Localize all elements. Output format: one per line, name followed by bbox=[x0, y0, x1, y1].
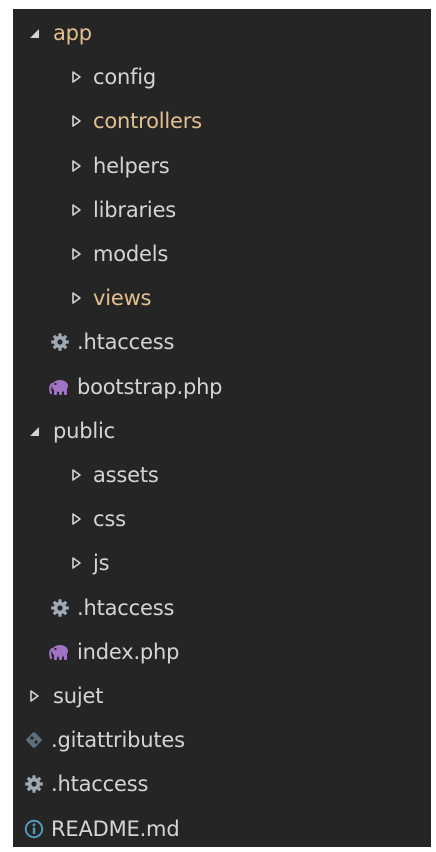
tree-item-label: bootstrap.php bbox=[77, 374, 223, 399]
chevron-right-icon[interactable] bbox=[65, 199, 87, 221]
tree-item-label: controllers bbox=[93, 109, 202, 134]
gear-icon bbox=[49, 331, 71, 353]
tree-item-public[interactable]: public bbox=[13, 409, 436, 453]
git-icon bbox=[23, 729, 45, 751]
tree-item-label: app bbox=[53, 21, 92, 45]
tree-item-sujet[interactable]: sujet bbox=[13, 674, 436, 718]
chevron-right-icon[interactable] bbox=[65, 287, 87, 309]
tree-item-label: .htaccess bbox=[77, 595, 175, 620]
chevron-right-icon[interactable] bbox=[65, 66, 87, 88]
chevron-right-icon[interactable] bbox=[65, 155, 87, 177]
gear-icon bbox=[23, 773, 45, 795]
tree-item-config[interactable]: config bbox=[13, 55, 436, 99]
tree-item-label: .htaccess bbox=[77, 330, 175, 355]
tree-item-label: .htaccess bbox=[51, 772, 149, 797]
tree-item-views[interactable]: views bbox=[13, 276, 436, 320]
chevron-right-icon[interactable] bbox=[65, 110, 87, 132]
tree-item-dot-htaccess[interactable]: .htaccess bbox=[13, 320, 436, 364]
tree-item-assets[interactable]: assets bbox=[13, 453, 436, 497]
tree-item-libraries[interactable]: libraries bbox=[13, 188, 436, 232]
tree-item-helpers[interactable]: helpers bbox=[13, 144, 436, 188]
tree-item-label: .gitattributes bbox=[51, 728, 185, 753]
tree-item-dot-htaccess[interactable]: .htaccess bbox=[13, 762, 436, 806]
php-elephant-icon bbox=[49, 376, 71, 398]
chevron-right-icon[interactable] bbox=[65, 464, 87, 486]
file-explorer-panel: app config controllers helpers libraries mode… bbox=[13, 9, 431, 847]
tree-item-label: index.php bbox=[77, 639, 180, 664]
tree-item-label: js bbox=[93, 551, 110, 576]
tree-item-label: helpers bbox=[93, 153, 170, 178]
tree-item-dot-gitattributes[interactable]: .gitattributes bbox=[13, 718, 436, 762]
tree-item-label: config bbox=[93, 65, 157, 90]
info-icon bbox=[23, 818, 45, 840]
tree-item-index-php[interactable]: index.php bbox=[13, 630, 436, 674]
tree-item-readme-md[interactable]: README.md bbox=[13, 807, 436, 851]
chevron-right-icon[interactable] bbox=[65, 243, 87, 265]
tree-item-label: sujet bbox=[53, 684, 104, 708]
tree-item-label: public bbox=[53, 418, 115, 443]
tree-item-label: css bbox=[93, 507, 126, 532]
tree-item-label: models bbox=[93, 242, 169, 266]
tree-item-models[interactable]: models bbox=[13, 232, 436, 276]
tree-item-label: assets bbox=[93, 463, 159, 487]
chevron-right-icon[interactable] bbox=[65, 508, 87, 530]
tree-item-controllers[interactable]: controllers bbox=[13, 99, 436, 143]
php-elephant-icon bbox=[49, 641, 71, 663]
tree-item-dot-htaccess[interactable]: .htaccess bbox=[13, 586, 436, 630]
tree-item-js[interactable]: js bbox=[13, 541, 436, 585]
chevron-right-icon[interactable] bbox=[23, 685, 45, 707]
chevron-down-icon[interactable] bbox=[23, 420, 45, 442]
gear-icon bbox=[49, 597, 71, 619]
tree-item-label: README.md bbox=[51, 816, 180, 841]
tree-item-css[interactable]: css bbox=[13, 497, 436, 541]
tree-item-label: views bbox=[93, 286, 152, 311]
tree-item-app[interactable]: app bbox=[13, 11, 436, 55]
tree-item-label: libraries bbox=[93, 197, 177, 222]
chevron-right-icon[interactable] bbox=[65, 552, 87, 574]
tree-item-bootstrap-php[interactable]: bootstrap.php bbox=[13, 365, 436, 409]
chevron-down-icon[interactable] bbox=[23, 22, 45, 44]
